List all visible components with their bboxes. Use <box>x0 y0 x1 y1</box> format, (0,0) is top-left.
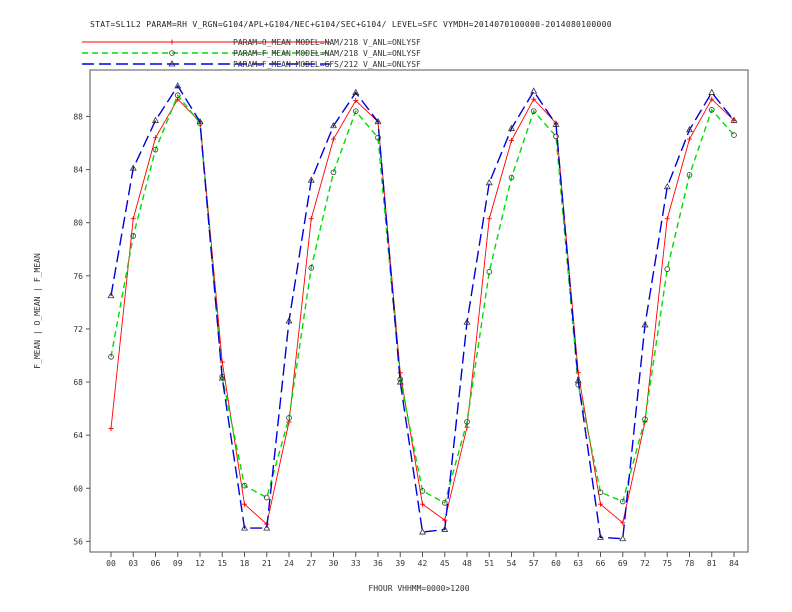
x-tick-label: 24 <box>284 559 294 568</box>
x-tick-label: 42 <box>418 559 428 568</box>
y-tick-label: 72 <box>73 325 83 334</box>
legend-entry: PARAM=F_MEAN MODEL=GFS/212 V_ANL=ONLYSF <box>233 60 421 69</box>
data-point <box>331 136 336 142</box>
y-tick-label: 68 <box>73 378 83 387</box>
x-tick-label: 57 <box>529 559 539 568</box>
x-tick-label: 60 <box>551 559 561 568</box>
series-line <box>110 98 735 525</box>
legend-entry: PARAM=F_MEAN MODEL=NAM/218 V_ANL=ONLYSF <box>233 49 421 58</box>
x-tick-label: 84 <box>729 559 739 568</box>
y-tick-label: 80 <box>73 219 83 228</box>
series-group <box>107 82 738 542</box>
x-tick-label: 75 <box>662 559 672 568</box>
y-tick-label: 56 <box>73 537 83 546</box>
x-tick-label: 72 <box>640 559 650 568</box>
chart-title: STAT=SL1L2 PARAM=RH V_RGN=G104/APL+G104/… <box>90 20 612 29</box>
data-point <box>708 88 716 95</box>
series-line <box>110 84 735 540</box>
x-tick-label: 45 <box>440 559 450 568</box>
data-point <box>130 216 136 222</box>
data-point <box>169 39 175 45</box>
x-axis: 00 03 06 09 12 15 18 21 24 27 30 33 36 39 42 45 48 51 54 57… <box>106 552 739 568</box>
x-tick-label: 21 <box>262 559 272 568</box>
x-tick-label: 63 <box>573 559 583 568</box>
y-tick-label: 60 <box>73 484 83 493</box>
data-point <box>619 534 627 542</box>
data-point <box>553 133 559 140</box>
data-point <box>509 137 514 143</box>
legend-entry: PARAM=O_MEAN MODEL=NAM/218 V_ANL=ONLYSF <box>233 38 421 47</box>
legend: PARAM=O_MEAN MODEL=NAM/218 V_ANL=ONLYSF P… <box>82 38 421 69</box>
y-tick-label: 88 <box>73 112 83 121</box>
data-point <box>486 216 492 222</box>
x-tick-label: 51 <box>484 559 494 568</box>
x-tick-label: 48 <box>462 559 472 568</box>
x-tick-label: 00 <box>106 559 116 568</box>
data-point <box>108 426 114 432</box>
y-axis-label: F_MEAN | O_MEAN | F_MEAN <box>33 253 42 369</box>
y-tick-label: 76 <box>73 272 83 281</box>
x-tick-label: 27 <box>306 559 316 568</box>
x-tick-label: 18 <box>240 559 250 568</box>
y-axis: 56 60 64 68 72 76 80 84 88 <box>73 112 90 546</box>
data-point <box>419 528 426 535</box>
x-tick-label: 78 <box>685 559 695 568</box>
x-tick-label: 66 <box>596 559 606 568</box>
plot-frame <box>89 69 749 553</box>
y-tick-label: 64 <box>73 431 83 440</box>
x-tick-label: 33 <box>351 559 361 568</box>
data-point <box>464 424 470 430</box>
data-point <box>731 132 737 138</box>
data-point <box>687 136 692 142</box>
x-tick-label: 54 <box>507 559 517 568</box>
x-tick-label: 30 <box>329 559 339 568</box>
data-point <box>664 216 670 222</box>
x-tick-label: 69 <box>618 559 628 568</box>
x-tick-label: 06 <box>151 559 161 568</box>
data-point <box>308 216 314 222</box>
x-axis-label: FHOUR VHHMM=0000>1200 <box>368 584 469 593</box>
x-tick-label: 39 <box>395 559 405 568</box>
x-tick-label: 36 <box>373 559 383 568</box>
y-tick-label: 84 <box>73 166 83 175</box>
x-tick-label: 03 <box>128 559 138 568</box>
x-tick-label: 12 <box>195 559 205 568</box>
x-tick-label: 09 <box>173 559 183 568</box>
x-tick-label: 81 <box>707 559 717 568</box>
chart: STAT=SL1L2 PARAM=RH V_RGN=G104/APL+G104/… <box>33 20 749 593</box>
x-tick-label: 15 <box>217 559 227 568</box>
data-point <box>664 266 671 272</box>
data-point <box>263 494 270 501</box>
data-point <box>153 135 158 141</box>
series-3 <box>107 82 738 542</box>
